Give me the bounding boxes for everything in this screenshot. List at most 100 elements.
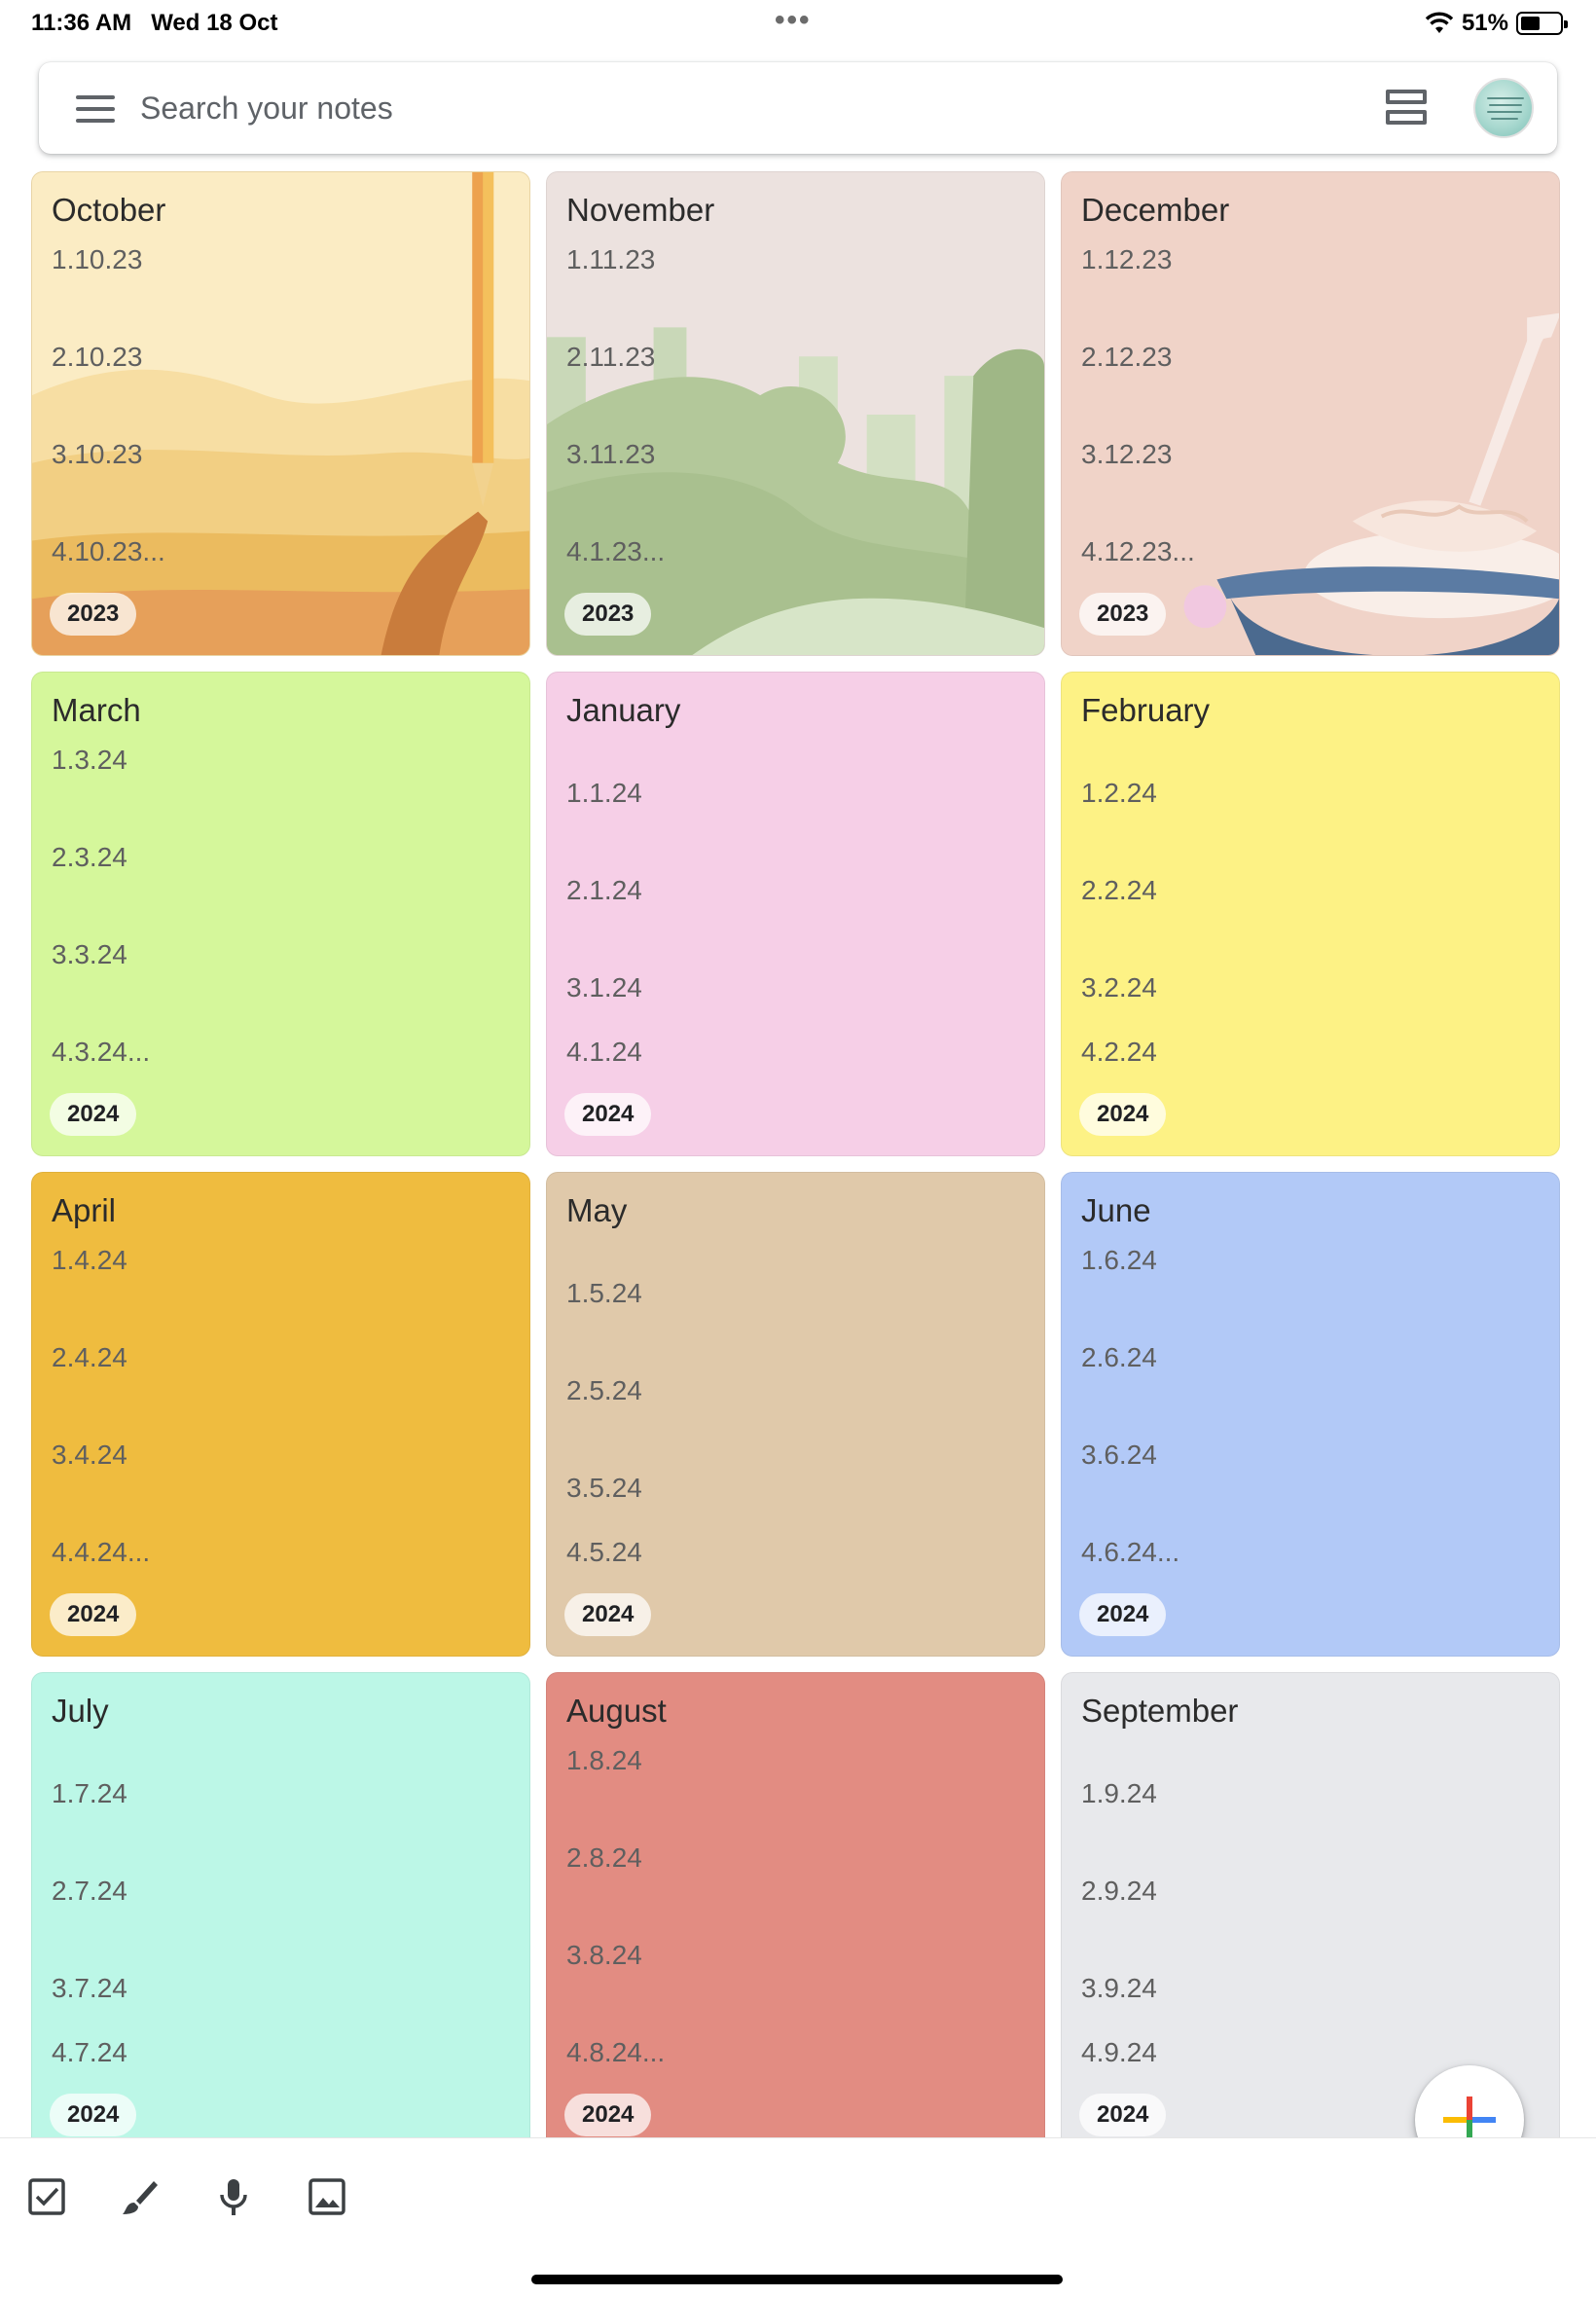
label-chip[interactable]: 2024 [1079,1593,1167,1636]
note-card[interactable]: October 1.10.23 2.10.23 3.10.23 4.10.23... 20… [31,171,530,656]
note-line: 1.5.24 [566,1278,642,1308]
note-line: 1.10.23 [52,244,143,274]
note-line: 4.10.23... [52,536,165,566]
note-line: 3.7.24 [52,1973,127,2003]
note-line: 4.6.24... [1081,1537,1180,1567]
multitasking-dots[interactable]: ••• [775,4,812,37]
note-line: 2.10.23 [52,342,143,372]
note-line: 4.12.23... [1081,536,1195,566]
status-time: 11:36 AM Wed 18 Oct [31,10,277,37]
note-line: 2.4.24 [52,1342,127,1372]
note-title: October [52,192,166,228]
label-chip[interactable]: 2023 [1079,593,1167,636]
note-line: 3.5.24 [566,1473,642,1503]
note-line: 2.12.23 [1081,342,1173,372]
note-line: 1.12.23 [1081,244,1173,274]
avatar[interactable] [1473,78,1534,138]
brush-icon[interactable] [119,2175,162,2218]
note-line: 4.4.24... [52,1537,151,1567]
note-line: 1.1.24 [566,778,642,808]
note-line: 3.9.24 [1081,1973,1157,2003]
note-card[interactable]: July 1.7.24 2.7.24 3.7.24 4.7.24 2024 [31,1672,530,2157]
note-card[interactable]: May 1.5.24 2.5.24 3.5.24 4.5.24 2024 [546,1172,1045,1657]
label-chip[interactable]: 2024 [564,1093,652,1136]
note-line: 4.1.24 [566,1037,642,1067]
note-line: 3.12.23 [1081,439,1173,469]
search-bar [39,62,1557,154]
note-line: 1.2.24 [1081,778,1157,808]
home-indicator[interactable] [531,2275,1063,2284]
note-title: November [566,192,715,228]
note-line: 4.1.23... [566,536,666,566]
note-line: 3.4.24 [52,1440,127,1470]
note-card[interactable]: August 1.8.24 2.8.24 3.8.24 4.8.24... 2024 [546,1672,1045,2157]
label-chip[interactable]: 2023 [50,593,137,636]
note-line: 2.3.24 [52,842,127,872]
search-input[interactable] [140,84,880,132]
label-chip[interactable]: 2024 [564,2094,652,2136]
note-line: 3.1.24 [566,972,642,1003]
microphone-icon[interactable] [212,2175,255,2218]
note-title: April [52,1192,117,1228]
note-line: 3.10.23 [52,439,143,469]
note-line: 2.5.24 [566,1375,642,1405]
note-line: 4.2.24 [1081,1037,1157,1067]
note-title: July [52,1693,109,1729]
notes-grid: October 1.10.23 2.10.23 3.10.23 4.10.23... 20… [31,171,1565,2157]
note-card[interactable]: November 1.11.23 2.11.23 3.11.23 4.1.23... 20… [546,171,1045,656]
note-line: 3.3.24 [52,939,127,969]
note-line: 1.11.23 [566,244,656,274]
note-card[interactable]: December 1.12.23 2.12.23 3.12.23 4.12.23... 2… [1061,171,1560,656]
note-title: February [1081,692,1211,728]
note-line: 1.8.24 [566,1745,642,1775]
note-line: 4.8.24... [566,2037,666,2067]
note-title: January [566,692,681,728]
hamburger-menu-icon[interactable] [76,95,115,123]
label-chip[interactable]: 2024 [50,1093,137,1136]
note-card[interactable]: February 1.2.24 2.2.24 3.2.24 4.2.24 2024 [1061,672,1560,1156]
note-line: 4.7.24 [52,2037,127,2067]
note-card[interactable]: April 1.4.24 2.4.24 3.4.24 4.4.24... 2024 [31,1172,530,1657]
note-title: August [566,1693,667,1729]
bottom-toolbar [0,2137,1596,2297]
note-title: May [566,1192,628,1228]
note-title: March [52,692,141,728]
list-view-icon[interactable] [1386,90,1427,127]
note-line: 1.9.24 [1081,1778,1157,1808]
note-line: 2.7.24 [52,1876,127,1906]
image-icon[interactable] [306,2175,348,2218]
note-line: 3.2.24 [1081,972,1157,1003]
battery-icon [1516,12,1568,35]
note-line: 2.2.24 [1081,875,1157,905]
label-chip[interactable]: 2024 [50,2094,137,2136]
battery-fill [1521,17,1540,30]
label-chip[interactable]: 2024 [564,1593,652,1636]
note-card[interactable]: March 1.3.24 2.3.24 3.3.24 4.3.24... 2024 [31,672,530,1156]
note-card[interactable]: June 1.6.24 2.6.24 3.6.24 4.6.24... 2024 [1061,1172,1560,1657]
label-chip[interactable]: 2024 [1079,2094,1167,2136]
clock-time: 11:36 AM [31,10,132,36]
note-title: June [1081,1192,1151,1228]
status-right: 51% [1425,10,1568,37]
note-line: 4.9.24 [1081,2037,1157,2067]
battery-percent: 51% [1461,10,1508,36]
note-line: 2.6.24 [1081,1342,1157,1372]
note-line: 2.9.24 [1081,1876,1157,1906]
note-line: 2.8.24 [566,1842,642,1873]
note-line: 1.3.24 [52,745,127,775]
note-line: 3.11.23 [566,439,656,469]
checkbox-icon[interactable] [25,2175,68,2218]
note-line: 2.11.23 [566,342,656,372]
label-chip[interactable]: 2024 [50,1593,137,1636]
note-line: 3.6.24 [1081,1440,1157,1470]
note-line: 1.7.24 [52,1778,127,1808]
note-line: 2.1.24 [566,875,642,905]
note-title: September [1081,1693,1239,1729]
label-chip[interactable]: 2023 [564,593,652,636]
status-bar: 11:36 AM Wed 18 Oct ••• 51% [0,0,1596,49]
note-line: 1.4.24 [52,1245,127,1275]
wifi-icon [1425,12,1454,33]
note-card[interactable]: January 1.1.24 2.1.24 3.1.24 4.1.24 2024 [546,672,1045,1156]
note-line: 3.8.24 [566,1940,642,1970]
label-chip[interactable]: 2024 [1079,1093,1167,1136]
